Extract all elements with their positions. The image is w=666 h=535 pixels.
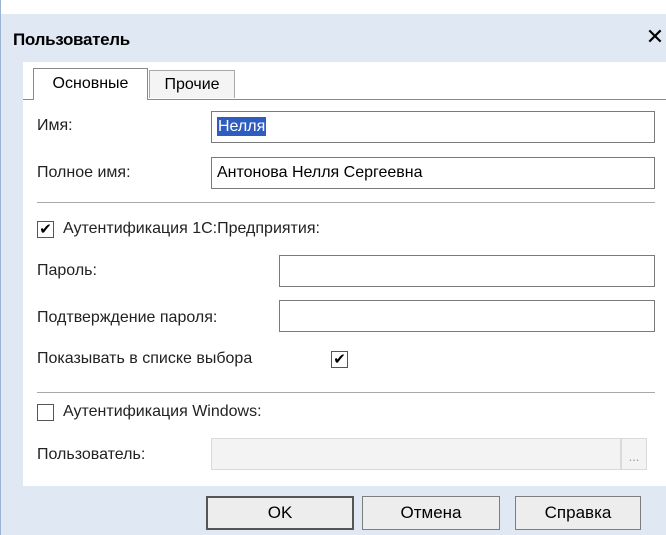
button-bar: OK Отмена Справка [1,486,666,535]
full-name-label: Полное имя: [37,164,131,181]
name-input[interactable]: Нелля [211,111,655,143]
ok-button[interactable]: OK [206,496,354,530]
help-button[interactable]: Справка [515,496,641,530]
confirm-password-input[interactable] [279,300,655,332]
auth-windows-checkbox[interactable] [37,404,54,421]
close-icon[interactable]: ✕ [643,24,666,50]
cancel-button[interactable]: Отмена [362,496,500,530]
name-label: Имя: [37,117,73,134]
user-dialog: Пользователь ✕ Основные Прочие Имя: Нелл… [0,0,666,535]
windows-user-input[interactable] [211,438,621,470]
confirm-password-label: Подтверждение пароля: [37,309,218,326]
separator-2 [37,392,655,393]
checkmark-icon: ✔ [39,221,52,238]
auth-1c-label: Аутентификация 1С:Предприятия: [63,220,320,237]
tab-other[interactable]: Прочие [149,70,235,98]
show-in-list-label: Показывать в списке выбора [37,350,253,367]
separator-1 [37,202,655,203]
full-name-input[interactable]: Антонова Нелля Сергеевна [211,157,655,189]
top-edge [1,0,666,14]
password-label: Пароль: [37,262,97,279]
title-bar[interactable]: Пользователь ✕ [1,14,666,61]
tab-main[interactable]: Основные [33,68,148,100]
name-selected-text: Нелля [217,117,267,136]
ellipsis-icon[interactable]: ... [621,438,647,470]
form-panel: Основные Прочие Имя: Нелля Полное имя: А… [23,62,666,486]
auth-windows-label: Аутентификация Windows: [63,403,262,420]
auth-1c-checkbox[interactable]: ✔ [37,221,54,238]
windows-user-label: Пользователь: [37,446,146,463]
dialog-title: Пользователь [13,30,130,49]
checkmark-icon: ✔ [333,351,346,368]
show-in-list-checkbox[interactable]: ✔ [331,351,348,368]
password-input[interactable] [279,255,655,287]
